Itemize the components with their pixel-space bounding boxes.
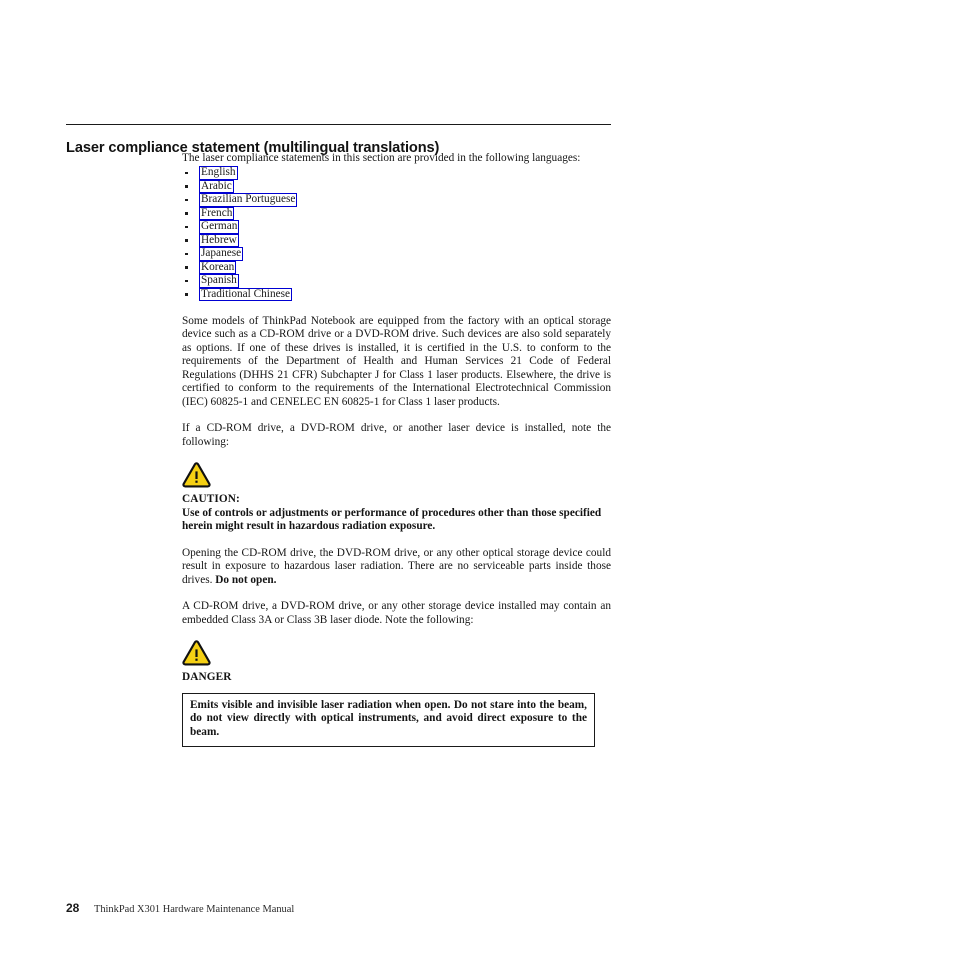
language-link-brazilian-portuguese[interactable]: Brazilian Portuguese bbox=[199, 193, 298, 207]
danger-notice-text: Emits visible and invisible laser radiat… bbox=[190, 698, 587, 739]
footer-page-number: 28 bbox=[66, 901, 80, 915]
page-footer: 28 ThinkPad X301 Hardware Maintenance Ma… bbox=[66, 901, 294, 915]
paragraph-class3-diode: A CD-ROM drive, a DVD-ROM drive, or any … bbox=[182, 600, 611, 626]
caution-notice: CAUTION: Use of controls or adjustments … bbox=[182, 462, 611, 534]
list-item: Arabic bbox=[182, 179, 611, 194]
danger-notice-box: Emits visible and invisible laser radiat… bbox=[182, 692, 595, 747]
list-item: French bbox=[182, 206, 611, 221]
paragraph-opening-drive: Opening the CD-ROM drive, the DVD-ROM dr… bbox=[182, 547, 611, 588]
danger-notice: DANGER Emits visible and invisible laser… bbox=[182, 640, 611, 747]
document-body: The laser compliance statements in this … bbox=[182, 152, 611, 747]
paragraph-optical-storage: Some models of ThinkPad Notebook are equ… bbox=[182, 314, 611, 408]
language-link-english[interactable]: English bbox=[199, 166, 238, 180]
list-item: Spanish bbox=[182, 274, 611, 288]
paragraph-opening-drive-bold: Do not open. bbox=[215, 573, 277, 586]
document-page: Laser compliance statement (multilingual… bbox=[0, 0, 954, 954]
language-link-japanese[interactable]: Japanese bbox=[199, 247, 244, 261]
language-link-korean[interactable]: Korean bbox=[199, 260, 237, 275]
paragraph-note-following: If a CD-ROM drive, a DVD-ROM drive, or a… bbox=[182, 422, 611, 448]
warning-triangle-icon bbox=[182, 640, 211, 666]
language-link-arabic[interactable]: Arabic bbox=[199, 179, 234, 194]
language-link-hebrew[interactable]: Hebrew bbox=[199, 233, 239, 248]
heading-divider bbox=[66, 124, 611, 125]
danger-label: DANGER bbox=[182, 671, 232, 683]
list-item: Traditional Chinese bbox=[182, 287, 611, 302]
list-item: German bbox=[182, 220, 611, 234]
language-link-spanish[interactable]: Spanish bbox=[199, 274, 239, 288]
caution-text: Use of controls or adjustments or perfor… bbox=[182, 506, 602, 533]
language-link-list: English Arabic Brazilian Portuguese Fren… bbox=[182, 166, 611, 302]
footer-document-title: ThinkPad X301 Hardware Maintenance Manua… bbox=[94, 904, 295, 915]
list-item: Korean bbox=[182, 260, 611, 275]
list-item: Brazilian Portuguese bbox=[182, 193, 611, 207]
language-link-traditional-chinese[interactable]: Traditional Chinese bbox=[199, 287, 293, 302]
language-link-german[interactable]: German bbox=[199, 220, 240, 234]
caution-label: CAUTION: bbox=[182, 493, 240, 505]
warning-triangle-icon bbox=[182, 462, 211, 488]
list-item: Japanese bbox=[182, 247, 611, 261]
list-item: Hebrew bbox=[182, 233, 611, 248]
language-link-french[interactable]: French bbox=[199, 206, 235, 221]
intro-paragraph: The laser compliance statements in this … bbox=[182, 152, 581, 164]
list-item: English bbox=[182, 166, 611, 180]
